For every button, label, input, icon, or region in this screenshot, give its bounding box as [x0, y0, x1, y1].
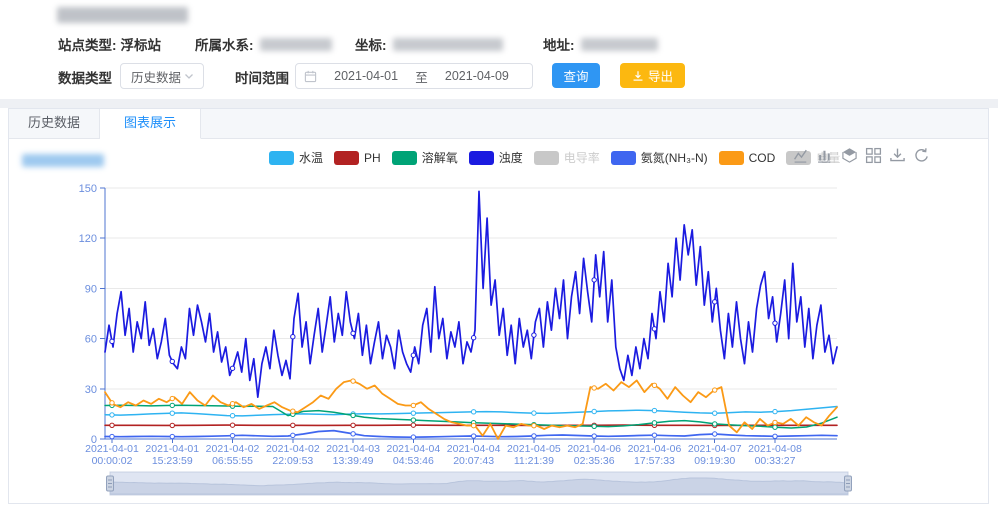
calendar-icon [304, 70, 317, 83]
chart-plot-area[interactable] [105, 188, 837, 439]
svg-text:2021-04-02: 2021-04-02 [206, 443, 260, 455]
svg-text:09:19:30: 09:19:30 [694, 455, 735, 467]
svg-text:00:33:27: 00:33:27 [755, 455, 796, 467]
field-coordinates: 坐标: [355, 36, 503, 52]
svg-text:2021-04-08: 2021-04-08 [748, 443, 802, 455]
svg-text:20:07:43: 20:07:43 [453, 455, 494, 467]
svg-text:11:21:39: 11:21:39 [514, 455, 554, 467]
svg-text:2021-04-04: 2021-04-04 [387, 443, 441, 455]
export-button-label: 导出 [648, 66, 673, 85]
svg-text:60: 60 [85, 334, 97, 346]
header-divider [0, 99, 998, 108]
chevron-down-icon [183, 70, 195, 82]
svg-text:15:23:59: 15:23:59 [152, 455, 193, 467]
coordinates-value-blurred [393, 38, 503, 51]
date-end-input[interactable]: 2021-04-09 [430, 69, 524, 83]
svg-text:2021-04-04: 2021-04-04 [447, 443, 501, 455]
svg-text:06:55:55: 06:55:55 [212, 455, 253, 467]
station-name-blurred [57, 7, 188, 23]
station-type-label: 站点类型: [58, 34, 117, 54]
field-address: 地址: [543, 36, 658, 52]
date-start-input[interactable]: 2021-04-01 [319, 69, 413, 83]
download-icon [632, 70, 644, 82]
datazoom-slider[interactable] [110, 472, 848, 495]
tab-bar: 历史数据 图表展示 [9, 109, 988, 139]
coordinates-label: 坐标: [355, 34, 387, 54]
date-separator: 至 [413, 67, 430, 86]
svg-text:90: 90 [85, 283, 97, 295]
field-station-type: 站点类型: 浮标站 [58, 36, 161, 52]
svg-text:2021-04-02: 2021-04-02 [266, 443, 320, 455]
export-button[interactable]: 导出 [620, 63, 685, 88]
svg-text:2021-04-06: 2021-04-06 [628, 443, 682, 455]
svg-text:2021-04-03: 2021-04-03 [326, 443, 380, 455]
svg-text:22:09:53: 22:09:53 [272, 455, 313, 467]
svg-text:120: 120 [79, 233, 97, 245]
data-type-label: 数据类型 [58, 67, 112, 87]
svg-text:150: 150 [79, 183, 97, 195]
chart-card: 水温PH溶解氧浊度电导率氨氮(NH₃-N)COD电量 0306090120150… [9, 139, 988, 505]
content-panel: 历史数据 图表展示 水温PH溶解氧浊度电导率氨氮(NH₃-N)COD电量 030… [8, 108, 989, 504]
data-type-select[interactable]: 历史数据 [120, 63, 204, 89]
svg-text:2021-04-06: 2021-04-06 [567, 443, 621, 455]
svg-text:02:35:36: 02:35:36 [574, 455, 615, 467]
svg-text:13:39:49: 13:39:49 [333, 455, 374, 467]
address-value-blurred [581, 38, 658, 51]
svg-text:2021-04-01: 2021-04-01 [85, 443, 139, 455]
station-type-value: 浮标站 [121, 34, 162, 54]
svg-text:2021-04-07: 2021-04-07 [688, 443, 742, 455]
svg-text:30: 30 [85, 384, 97, 396]
tab-chart-display[interactable]: 图表展示 [100, 109, 201, 139]
date-range-picker[interactable]: 2021-04-01 至 2021-04-09 [295, 63, 533, 89]
field-water-system: 所属水系: [195, 36, 332, 52]
tab-history-data[interactable]: 历史数据 [9, 109, 100, 138]
query-button[interactable]: 查询 [552, 63, 600, 88]
svg-text:2021-04-01: 2021-04-01 [145, 443, 199, 455]
station-header: 站点类型: 浮标站 所属水系: 坐标: 地址: 数据类型 历史数据 时间范围 [0, 0, 998, 99]
svg-text:2021-04-05: 2021-04-05 [507, 443, 561, 455]
svg-text:00:00:02: 00:00:02 [92, 455, 133, 467]
water-system-value-blurred [260, 38, 332, 51]
svg-text:17:57:33: 17:57:33 [634, 455, 675, 467]
data-type-selected-value: 历史数据 [131, 67, 181, 86]
svg-text:04:53:46: 04:53:46 [393, 455, 434, 467]
water-quality-dashboard: 站点类型: 浮标站 所属水系: 坐标: 地址: 数据类型 历史数据 时间范围 [0, 0, 998, 516]
water-system-label: 所属水系: [195, 34, 254, 54]
time-range-label: 时间范围 [235, 67, 289, 87]
address-label: 地址: [543, 34, 575, 54]
